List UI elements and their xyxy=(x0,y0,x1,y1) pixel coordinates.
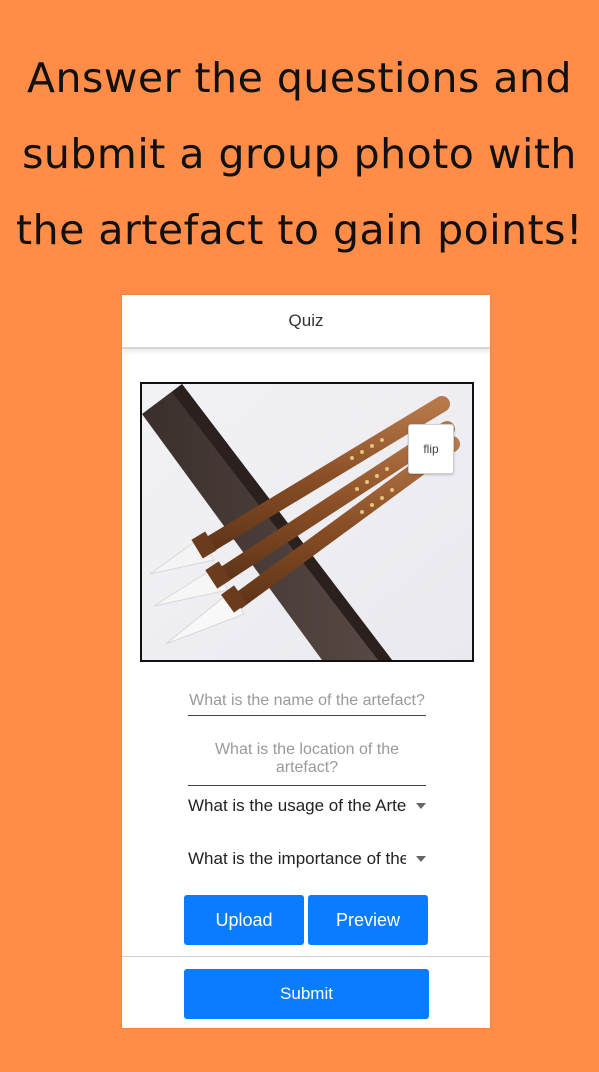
importance-select[interactable]: What is the importance of the xyxy=(188,844,428,874)
phone-screen: Quiz flip What is the name of the artefa… xyxy=(122,295,490,1028)
submit-button[interactable]: Submit xyxy=(184,969,429,1019)
headline-line-3: the artefact to gain points! xyxy=(16,206,583,254)
artefact-photo: flip xyxy=(140,382,474,662)
instruction-headline: Answer the questions and submit a group … xyxy=(0,40,599,268)
importance-select-value: What is the importance of the xyxy=(188,849,406,868)
quiz-content: flip What is the name of the artefact? W… xyxy=(122,351,490,1028)
artefact-location-input[interactable]: What is the location of the artefact? xyxy=(188,741,426,786)
upload-button[interactable]: Upload xyxy=(184,895,304,945)
headline-line-1: Answer the questions and xyxy=(26,54,573,102)
flip-button[interactable]: flip xyxy=(408,424,454,474)
dropdown-caret-icon xyxy=(416,856,426,862)
usage-select[interactable]: What is the usage of the Arte xyxy=(188,791,428,821)
divider xyxy=(122,956,490,957)
headline-line-2: submit a group photo with xyxy=(22,130,577,178)
page-title: Quiz xyxy=(288,311,324,330)
preview-button[interactable]: Preview xyxy=(308,895,428,945)
dropdown-caret-icon xyxy=(416,803,426,809)
app-bar: Quiz xyxy=(122,295,490,349)
artefact-name-input[interactable]: What is the name of the artefact? xyxy=(188,691,426,716)
usage-select-value: What is the usage of the Arte xyxy=(188,796,406,815)
